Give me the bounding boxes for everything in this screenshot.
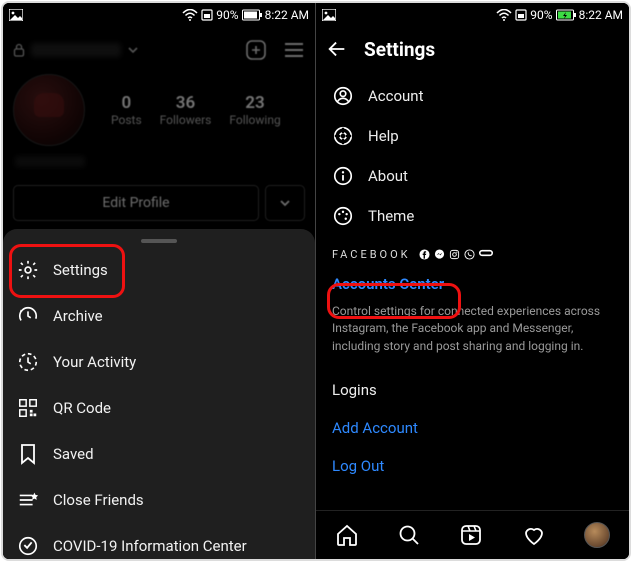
bottom-nav (316, 510, 629, 559)
settings-about-label: About (368, 167, 408, 185)
edit-profile-button[interactable]: Edit Profile (13, 185, 259, 221)
clock: 8:22 AM (265, 8, 309, 22)
picture-icon (9, 9, 23, 21)
phone-settings: 90% 8:22 AM Settings Account Help About (316, 3, 629, 559)
profile-nav-avatar[interactable] (584, 522, 610, 548)
chevron-down-icon (278, 196, 292, 210)
facebook-label: FACEBOOK (332, 248, 411, 261)
display-name-blurred (15, 156, 85, 167)
chevron-down-icon (127, 44, 139, 56)
log-out-label: Log Out (332, 457, 384, 475)
add-account-label: Add Account (332, 419, 418, 437)
suggested-people-button[interactable] (265, 185, 305, 221)
menu-activity[interactable]: Your Activity (3, 339, 315, 385)
new-post-icon[interactable] (245, 39, 267, 61)
lock-icon (13, 43, 25, 57)
accounts-center-link[interactable]: Accounts Center (332, 275, 613, 293)
hamburger-icon[interactable] (283, 41, 305, 59)
messenger-icon (434, 249, 445, 260)
battery-charging-icon (556, 9, 576, 21)
phone-profile-menu: 90% 8:22 AM (3, 3, 316, 559)
menu-saved[interactable]: Saved (3, 431, 315, 477)
menu-archive-label: Archive (53, 307, 103, 325)
battery-percent: 90% (530, 8, 552, 22)
activity-icon (17, 351, 39, 373)
profile-area-dimmed: 0 Posts 36 Followers 23 Following E (3, 26, 315, 221)
status-bar: 90% 8:22 AM (3, 3, 315, 26)
facebook-section: FACEBOOK Accounts Center Control setting… (316, 236, 629, 475)
menu-covid-label: COVID-19 Information Center (53, 537, 247, 555)
heart-icon[interactable] (522, 523, 546, 547)
covid-info-icon (17, 535, 39, 557)
options-bottom-sheet: Settings Archive Your Activity QR Code S… (3, 229, 315, 559)
battery-percent: 90% (216, 8, 238, 22)
two-phone-composite: 90% 8:22 AM (1, 1, 631, 561)
settings-theme[interactable]: Theme (316, 196, 629, 236)
stat-following[interactable]: 23 Following (229, 93, 280, 127)
avatar[interactable] (13, 74, 85, 146)
accounts-center-label: Accounts Center (332, 275, 444, 293)
menu-archive[interactable]: Archive (3, 293, 315, 339)
status-bar: 90% 8:22 AM (316, 3, 629, 26)
menu-activity-label: Your Activity (53, 353, 136, 371)
settings-theme-label: Theme (368, 207, 414, 225)
sim-icon (201, 9, 213, 21)
instagram-icon (449, 249, 460, 260)
profile-stats: 0 Posts 36 Followers 23 Following (111, 93, 281, 127)
log-out-link[interactable]: Log Out (332, 457, 613, 475)
stat-followers[interactable]: 36 Followers (160, 93, 212, 127)
settings-account[interactable]: Account (316, 76, 629, 116)
menu-close-friends[interactable]: Close Friends (3, 477, 315, 523)
whatsapp-icon (464, 249, 475, 260)
account-icon (332, 85, 354, 107)
clock: 8:22 AM (579, 8, 623, 22)
close-friends-icon (17, 489, 39, 511)
archive-icon (17, 305, 39, 327)
battery-icon (242, 9, 262, 21)
info-icon (332, 165, 354, 187)
facebook-brand-icons (419, 249, 493, 260)
back-arrow-icon[interactable] (326, 38, 348, 60)
qr-icon (17, 397, 39, 419)
edit-profile-label: Edit Profile (102, 195, 169, 211)
help-icon (332, 125, 354, 147)
menu-saved-label: Saved (53, 445, 94, 463)
wifi-icon (496, 9, 512, 21)
settings-title: Settings (364, 38, 435, 61)
home-icon[interactable] (335, 523, 359, 547)
settings-header: Settings (316, 26, 629, 72)
menu-covid[interactable]: COVID-19 Information Center (3, 523, 315, 559)
grab-handle[interactable] (141, 239, 177, 243)
settings-list: Account Help About Theme (316, 72, 629, 236)
oculus-icon (479, 249, 493, 257)
theme-icon (332, 205, 354, 227)
sim-icon (515, 9, 527, 21)
logins-header: Logins (332, 381, 613, 399)
bookmark-icon (18, 443, 38, 465)
settings-about[interactable]: About (316, 156, 629, 196)
reels-icon[interactable] (459, 523, 483, 547)
fb-icon (419, 249, 430, 260)
stat-posts[interactable]: 0 Posts (111, 93, 142, 127)
settings-help[interactable]: Help (316, 116, 629, 156)
settings-help-label: Help (368, 127, 399, 145)
gear-icon (17, 259, 39, 281)
wifi-icon (182, 9, 198, 21)
menu-settings-label: Settings (53, 261, 108, 279)
menu-settings[interactable]: Settings (3, 247, 315, 293)
accounts-center-description: Control settings for connected experienc… (332, 303, 613, 355)
picture-icon (322, 9, 336, 21)
menu-qr[interactable]: QR Code (3, 385, 315, 431)
menu-close-friends-label: Close Friends (53, 491, 144, 509)
search-icon[interactable] (397, 523, 421, 547)
settings-account-label: Account (368, 87, 424, 105)
menu-qr-label: QR Code (53, 399, 111, 417)
add-account-link[interactable]: Add Account (332, 419, 613, 437)
username-blurred (31, 43, 121, 57)
